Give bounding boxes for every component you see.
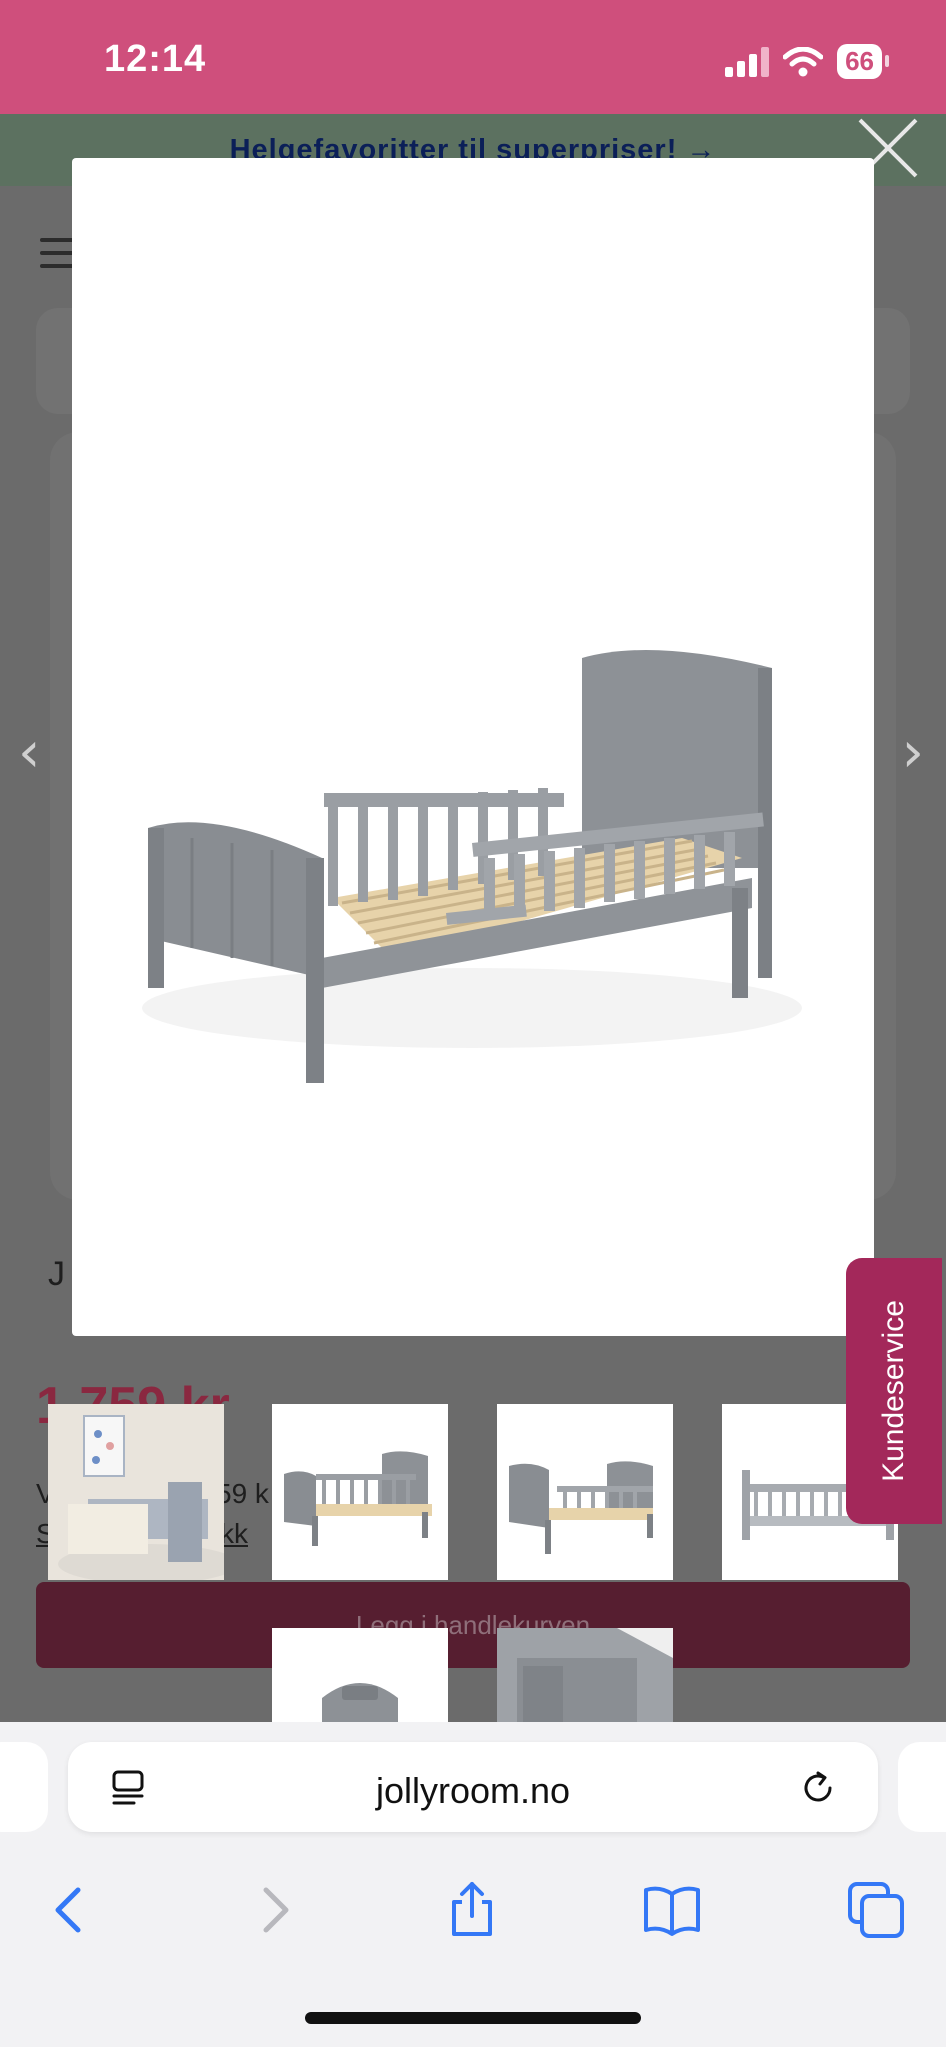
address-bar[interactable]: jollyroom.no — [68, 1742, 878, 1832]
next-tab-peek[interactable] — [898, 1742, 946, 1832]
thumbnail-6[interactable] — [497, 1628, 673, 1722]
browser-chrome: jollyroom.no — [0, 1722, 946, 2047]
thumbnail-bed-headboard — [322, 1683, 398, 1722]
product-image-bed — [142, 650, 802, 1083]
tabs-icon[interactable] — [846, 1880, 906, 1940]
back-icon[interactable] — [40, 1880, 100, 1940]
url-text: jollyroom.no — [375, 1770, 571, 1811]
customer-service-tab[interactable]: Kundeservice — [846, 1258, 942, 1524]
add-to-cart-label: Legg i handlekurven — [355, 1610, 591, 1640]
thumbnail-3[interactable] — [497, 1404, 673, 1580]
previous-tab-peek[interactable] — [0, 1742, 48, 1832]
thumbnail-5[interactable] — [272, 1628, 448, 1722]
gallery-next-icon[interactable]: › — [902, 720, 924, 785]
customer-service-label: Kundeservice — [877, 1300, 910, 1482]
menu-icon[interactable] — [40, 238, 76, 268]
status-time: 12:14 — [104, 38, 207, 80]
thumbnail-bed-detail — [497, 1628, 673, 1722]
battery-icon: 66 — [837, 44, 889, 79]
home-indicator[interactable] — [305, 2012, 641, 2024]
bookmarks-icon[interactable] — [642, 1880, 702, 1940]
thumbnail-bed-angle — [509, 1461, 653, 1554]
reload-icon[interactable] — [798, 1768, 838, 1808]
thumbnail-2[interactable] — [272, 1404, 448, 1580]
thumbnail-1[interactable] — [48, 1404, 224, 1580]
forward-icon[interactable] — [244, 1880, 304, 1940]
add-to-cart-button[interactable]: Legg i handlekurven — [36, 1582, 910, 1668]
status-icons: 66 — [725, 44, 889, 79]
gallery-prev-icon[interactable]: ‹ — [18, 720, 40, 785]
image-lightbox — [72, 158, 874, 1336]
status-bar: 12:14 66 — [0, 0, 946, 114]
product-title: J — [48, 1255, 65, 1293]
signal-icon — [725, 46, 770, 77]
wifi-icon — [783, 46, 824, 76]
thumbnail-bed-side — [284, 1451, 432, 1546]
share-icon[interactable] — [442, 1880, 502, 1940]
info-link-tail[interactable]: kk — [220, 1518, 248, 1550]
thumbnail-room-image — [48, 1404, 224, 1580]
